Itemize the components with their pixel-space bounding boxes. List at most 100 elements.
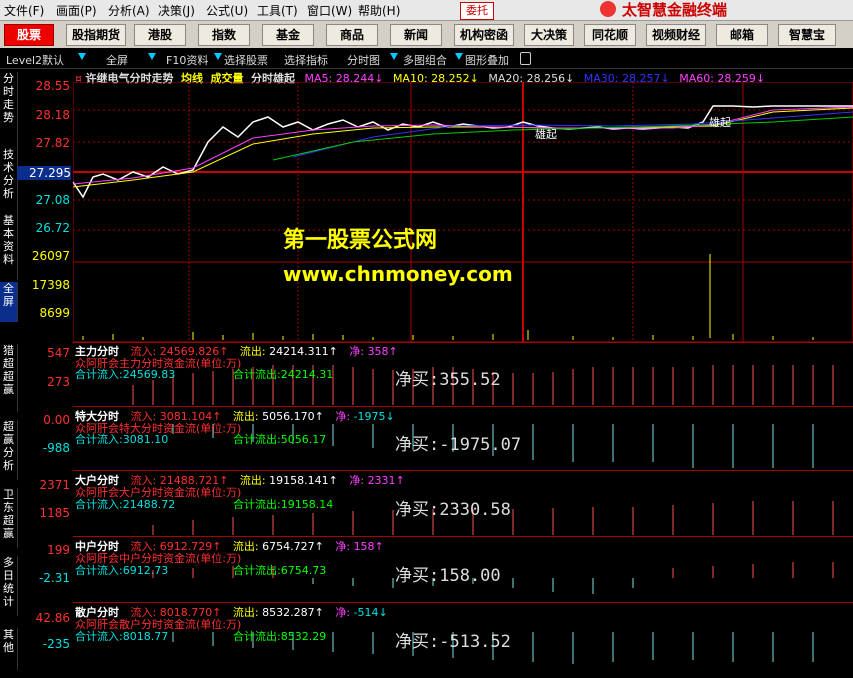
- large-axis: 2371: [39, 478, 70, 492]
- menu-bar: 文件(F) 画面(P) 分析(A) 决策(J) 公式(U) 工具(T) 窗口(W…: [0, 0, 853, 21]
- overlay-button[interactable]: 图形叠加: [465, 52, 509, 68]
- nav-mailbox[interactable]: 邮箱: [716, 24, 768, 46]
- price-axis-label: 27.82: [35, 136, 70, 150]
- menu-screen[interactable]: 画面(P): [56, 2, 97, 19]
- super-large-net: -1975↓: [353, 410, 395, 423]
- medium-axis: 199: [47, 543, 70, 557]
- nav-video-finance[interactable]: 视频财经: [646, 24, 706, 46]
- level2-dropdown-icon[interactable]: [78, 53, 86, 60]
- price-axis-label: 27.08: [35, 193, 70, 207]
- sidetab-intraday-label: 分时走势: [3, 72, 14, 124]
- watermark-title: 第一股票公式网: [283, 228, 438, 253]
- medium-sum-in: 合计流入:6912.73: [75, 564, 169, 577]
- brand-text: 太智慧金融终端: [622, 1, 728, 19]
- medium-net-big: 净买:158.00: [395, 566, 501, 586]
- nav-commodity[interactable]: 商品: [326, 24, 378, 46]
- sidetab-weidong[interactable]: 卫东超赢: [0, 488, 18, 548]
- sidetab-weidong-label: 卫东超赢: [3, 488, 14, 540]
- super-large-net-label: 净:: [335, 410, 351, 423]
- main-force-net-label: 净:: [349, 345, 365, 358]
- sidetab-lie-chaoying-label: 猎超超赢: [3, 344, 14, 396]
- nav-hk-stock[interactable]: 港股: [134, 24, 186, 46]
- brand-logo-icon: [600, 1, 616, 17]
- main-force-sum-out: 合计流出:24214.31: [233, 368, 334, 381]
- main-force-sum-in: 合计流入:24569.83: [75, 368, 176, 381]
- volume-axis-label: 8699: [39, 306, 70, 320]
- menu-decision[interactable]: 决策(J): [158, 2, 195, 19]
- volume-axis-label: 26097: [31, 249, 70, 263]
- multi-combo-button[interactable]: 多图组合: [403, 52, 447, 68]
- retail-net: -514↓: [353, 606, 388, 619]
- retail-out: 8532.287↑: [262, 606, 324, 619]
- trade-button[interactable]: 委托: [460, 2, 494, 20]
- retail-axis: -235: [42, 637, 70, 651]
- sidetab-other[interactable]: 其他: [0, 628, 18, 670]
- intraday-chart: 雄起 雄起: [73, 82, 853, 342]
- medium-net: 158↑: [353, 540, 384, 553]
- nav-fund[interactable]: 基金: [262, 24, 314, 46]
- lock-icon[interactable]: [520, 52, 531, 65]
- menu-tools[interactable]: 工具(T): [257, 2, 298, 19]
- menu-analysis[interactable]: 分析(A): [108, 2, 150, 19]
- intraday-button[interactable]: 分时图: [347, 52, 380, 68]
- nav-bar: 股票 股指期货 港股 指数 基金 商品 新闻 机构密函 大决策 同花顺 视频财经…: [0, 21, 853, 48]
- main-force-axis: 547: [47, 346, 70, 360]
- nav-index-futures[interactable]: 股指期货: [66, 24, 126, 46]
- f10-button[interactable]: F10资料: [166, 52, 208, 68]
- menu-file[interactable]: 文件(F): [4, 2, 44, 19]
- current-price-tag: 27.295: [17, 166, 71, 180]
- large-axis: 1185: [39, 506, 70, 520]
- sidetab-multiday[interactable]: 多日统计: [0, 556, 18, 616]
- nav-index[interactable]: 指数: [198, 24, 250, 46]
- large-net-label: 净:: [349, 474, 365, 487]
- nav-tonghuashun[interactable]: 同花顺: [584, 24, 636, 46]
- sidetab-other-label: 其他: [3, 628, 14, 654]
- sidetab-multiday-label: 多日统计: [3, 556, 14, 608]
- medium-out: 6754.727↑: [262, 540, 324, 553]
- super-large-sum-in: 合计流入:3081.10: [75, 433, 169, 446]
- super-large-net-big: 净买:-1975.07: [395, 435, 522, 455]
- main-force-out: 24214.311↑: [269, 345, 338, 358]
- main-force-out-label: 流出:: [239, 345, 266, 358]
- sidetab-lie-chaoying[interactable]: 猎超超赢: [0, 344, 18, 412]
- nav-big-decision[interactable]: 大决策: [524, 24, 574, 46]
- price-axis-label: 28.18: [35, 108, 70, 122]
- sidetab-fullscreen-label: 全屏: [3, 282, 14, 308]
- price-axis-label: 28.55: [35, 79, 70, 93]
- watermark-url: www.chnmoney.com: [283, 262, 513, 286]
- multi-combo-dropdown-icon[interactable]: [455, 53, 463, 60]
- medium-net-label: 净:: [335, 540, 351, 553]
- sidetab-chaoying-analysis[interactable]: 超赢分析: [0, 420, 18, 480]
- select-stock-button[interactable]: 选择股票: [224, 52, 268, 68]
- f10-dropdown-icon[interactable]: [214, 53, 222, 60]
- retail-net-big: 净买:-513.52: [395, 632, 511, 652]
- volume-bars: [82, 330, 814, 340]
- medium-axis: -2.31: [38, 571, 70, 585]
- nav-institution-letter[interactable]: 机构密函: [454, 24, 514, 46]
- menu-formula[interactable]: 公式(U): [206, 2, 248, 19]
- nav-stock[interactable]: 股票: [4, 24, 54, 46]
- sidetab-fullscreen[interactable]: 全屏: [0, 282, 18, 322]
- sidetab-fundamental-label: 基本资料: [3, 214, 14, 266]
- large-sum-out: 合计流出:19158.14: [233, 498, 334, 511]
- retail-net-label: 净:: [335, 606, 351, 619]
- ma60-line: [272, 116, 853, 161]
- fullscreen-button[interactable]: 全屏: [106, 52, 128, 68]
- retail-sum-out: 合计流出:8532.29: [233, 630, 327, 643]
- nav-news[interactable]: 新闻: [390, 24, 442, 46]
- sidetab-technical-label: 技术分析: [3, 148, 14, 200]
- sidetab-technical[interactable]: 技术分析: [0, 148, 18, 214]
- sidetab-intraday[interactable]: 分时走势: [0, 72, 18, 148]
- large-out: 19158.141↑: [269, 474, 338, 487]
- main-force-axis: 273: [47, 375, 70, 389]
- sidetab-fundamental[interactable]: 基本资料: [0, 214, 18, 280]
- super-large-axis: 0.00: [43, 413, 70, 427]
- fullscreen-dropdown-icon[interactable]: [148, 53, 156, 60]
- toolbar: Level2默认 全屏 F10资料 选择股票 选择指标 分时图 多图组合 图形叠…: [0, 50, 853, 69]
- menu-help[interactable]: 帮助(H): [358, 2, 400, 19]
- select-indicator-button[interactable]: 选择指标: [284, 52, 328, 68]
- intraday-dropdown-icon[interactable]: [390, 53, 398, 60]
- level2-select[interactable]: Level2默认: [6, 52, 64, 68]
- nav-zhihuibao[interactable]: 智慧宝: [778, 24, 836, 46]
- menu-window[interactable]: 窗口(W): [307, 2, 352, 19]
